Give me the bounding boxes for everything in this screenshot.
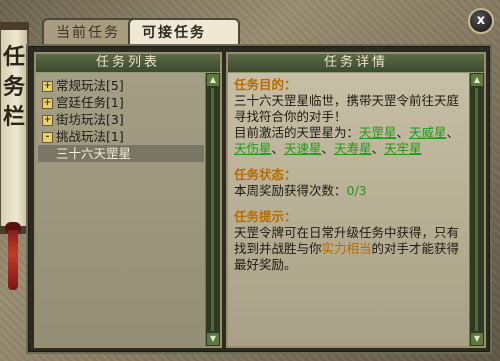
tassel-decoration <box>8 230 18 290</box>
status-count: 0/3 <box>346 183 367 198</box>
scroll-up-arrow-icon[interactable]: ▲ <box>471 74 483 86</box>
scroll-track[interactable] <box>475 88 478 331</box>
category-regular[interactable]: + 常规玩法[5] <box>36 77 206 94</box>
quest-list-panel: 任务列表 + 常规玩法[5] + 宫廷任务[1] + 街坊玩法[3] - 挑战玩法[1]… <box>34 52 222 348</box>
quest-detail-body: 任务目的： 三十六天罡星临世，携带天罡令前往天庭寻找符合你的对手！ 目前激活的天… <box>228 73 470 346</box>
status-title: 任务状态： <box>234 167 297 182</box>
status-label: 本周奖励获得次数： <box>234 183 347 198</box>
tip-highlight: 实力相当 <box>321 241 372 256</box>
category-street[interactable]: + 街坊玩法[3] <box>36 111 206 128</box>
activated-stars-line: 目前激活的天罡星为：天罡星、天威星、 天伤星、天速星、天寿星、天牢星 <box>234 125 460 156</box>
quest-detail-header: 任务详情 <box>228 54 484 73</box>
tab-available-quests[interactable]: 可接任务 <box>128 18 240 46</box>
quest-list-body: + 常规玩法[5] + 宫廷任务[1] + 街坊玩法[3] - 挑战玩法[1] 三十六天… <box>36 73 206 346</box>
quest-list-scrollbar[interactable]: ▲ ▼ <box>205 73 220 346</box>
star-link[interactable]: 天速星 <box>284 141 322 156</box>
expand-icon[interactable]: + <box>42 98 53 109</box>
quest-window: 任务列表 + 常规玩法[5] + 宫廷任务[1] + 街坊玩法[3] - 挑战玩法[1]… <box>26 44 492 354</box>
quest-item-selected[interactable]: 三十六天罡星 <box>38 145 204 162</box>
category-label: 常规玩法[5] <box>56 78 124 93</box>
expand-icon[interactable]: + <box>42 81 53 92</box>
quest-banner: 任 务 栏 <box>0 22 29 234</box>
banner-char: 任 <box>2 44 25 70</box>
star-link[interactable]: 天威星 <box>409 125 447 140</box>
collapse-icon[interactable]: - <box>42 132 53 143</box>
category-palace[interactable]: + 宫廷任务[1] <box>36 94 206 111</box>
quest-detail-panel: 任务详情 任务目的： 三十六天罡星临世，携带天罡令前往天庭寻找符合你的对手！ 目… <box>226 52 486 348</box>
close-button[interactable]: x <box>468 8 494 34</box>
quest-detail-text: 任务目的： 三十六天罡星临世，携带天罡令前往天庭寻找符合你的对手！ 目前激活的天… <box>228 73 470 277</box>
expand-icon[interactable]: + <box>42 115 53 126</box>
scroll-up-arrow-icon[interactable]: ▲ <box>207 74 219 86</box>
quest-detail-scrollbar[interactable]: ▲ ▼ <box>469 73 484 346</box>
scroll-down-arrow-icon[interactable]: ▼ <box>207 333 219 345</box>
quest-tree: + 常规玩法[5] + 宫廷任务[1] + 街坊玩法[3] - 挑战玩法[1] 三十六天… <box>36 73 206 162</box>
scroll-track[interactable] <box>211 88 214 331</box>
category-label: 街坊玩法[3] <box>56 112 124 127</box>
star-link[interactable]: 天寿星 <box>334 141 372 156</box>
status-line: 本周奖励获得次数：0/3 <box>234 183 464 199</box>
star-link[interactable]: 天伤星 <box>234 141 272 156</box>
star-link[interactable]: 天牢星 <box>384 141 422 156</box>
banner-char: 务 <box>2 74 25 100</box>
category-label: 宫廷任务[1] <box>56 95 124 110</box>
goal-text: 三十六天罡星临世，携带天罡令前往天庭寻找符合你的对手！ <box>234 93 460 124</box>
quest-list-header: 任务列表 <box>36 54 220 73</box>
star-link[interactable]: 天罡星 <box>359 125 397 140</box>
category-label: 挑战玩法[1] <box>56 129 124 144</box>
tip-title: 任务提示： <box>234 209 297 224</box>
goal-title: 任务目的： <box>234 77 297 92</box>
banner-top-cap <box>0 22 29 30</box>
scroll-down-arrow-icon[interactable]: ▼ <box>471 333 483 345</box>
category-challenge[interactable]: - 挑战玩法[1] <box>36 128 206 145</box>
activated-prefix: 目前激活的天罡星为： <box>234 125 360 140</box>
banner-char: 栏 <box>2 104 25 130</box>
tip-text: 天罡令牌可在日常升级任务中获得，只有找到并战胜与你实力相当的对手才能获得最好奖励… <box>234 225 464 273</box>
